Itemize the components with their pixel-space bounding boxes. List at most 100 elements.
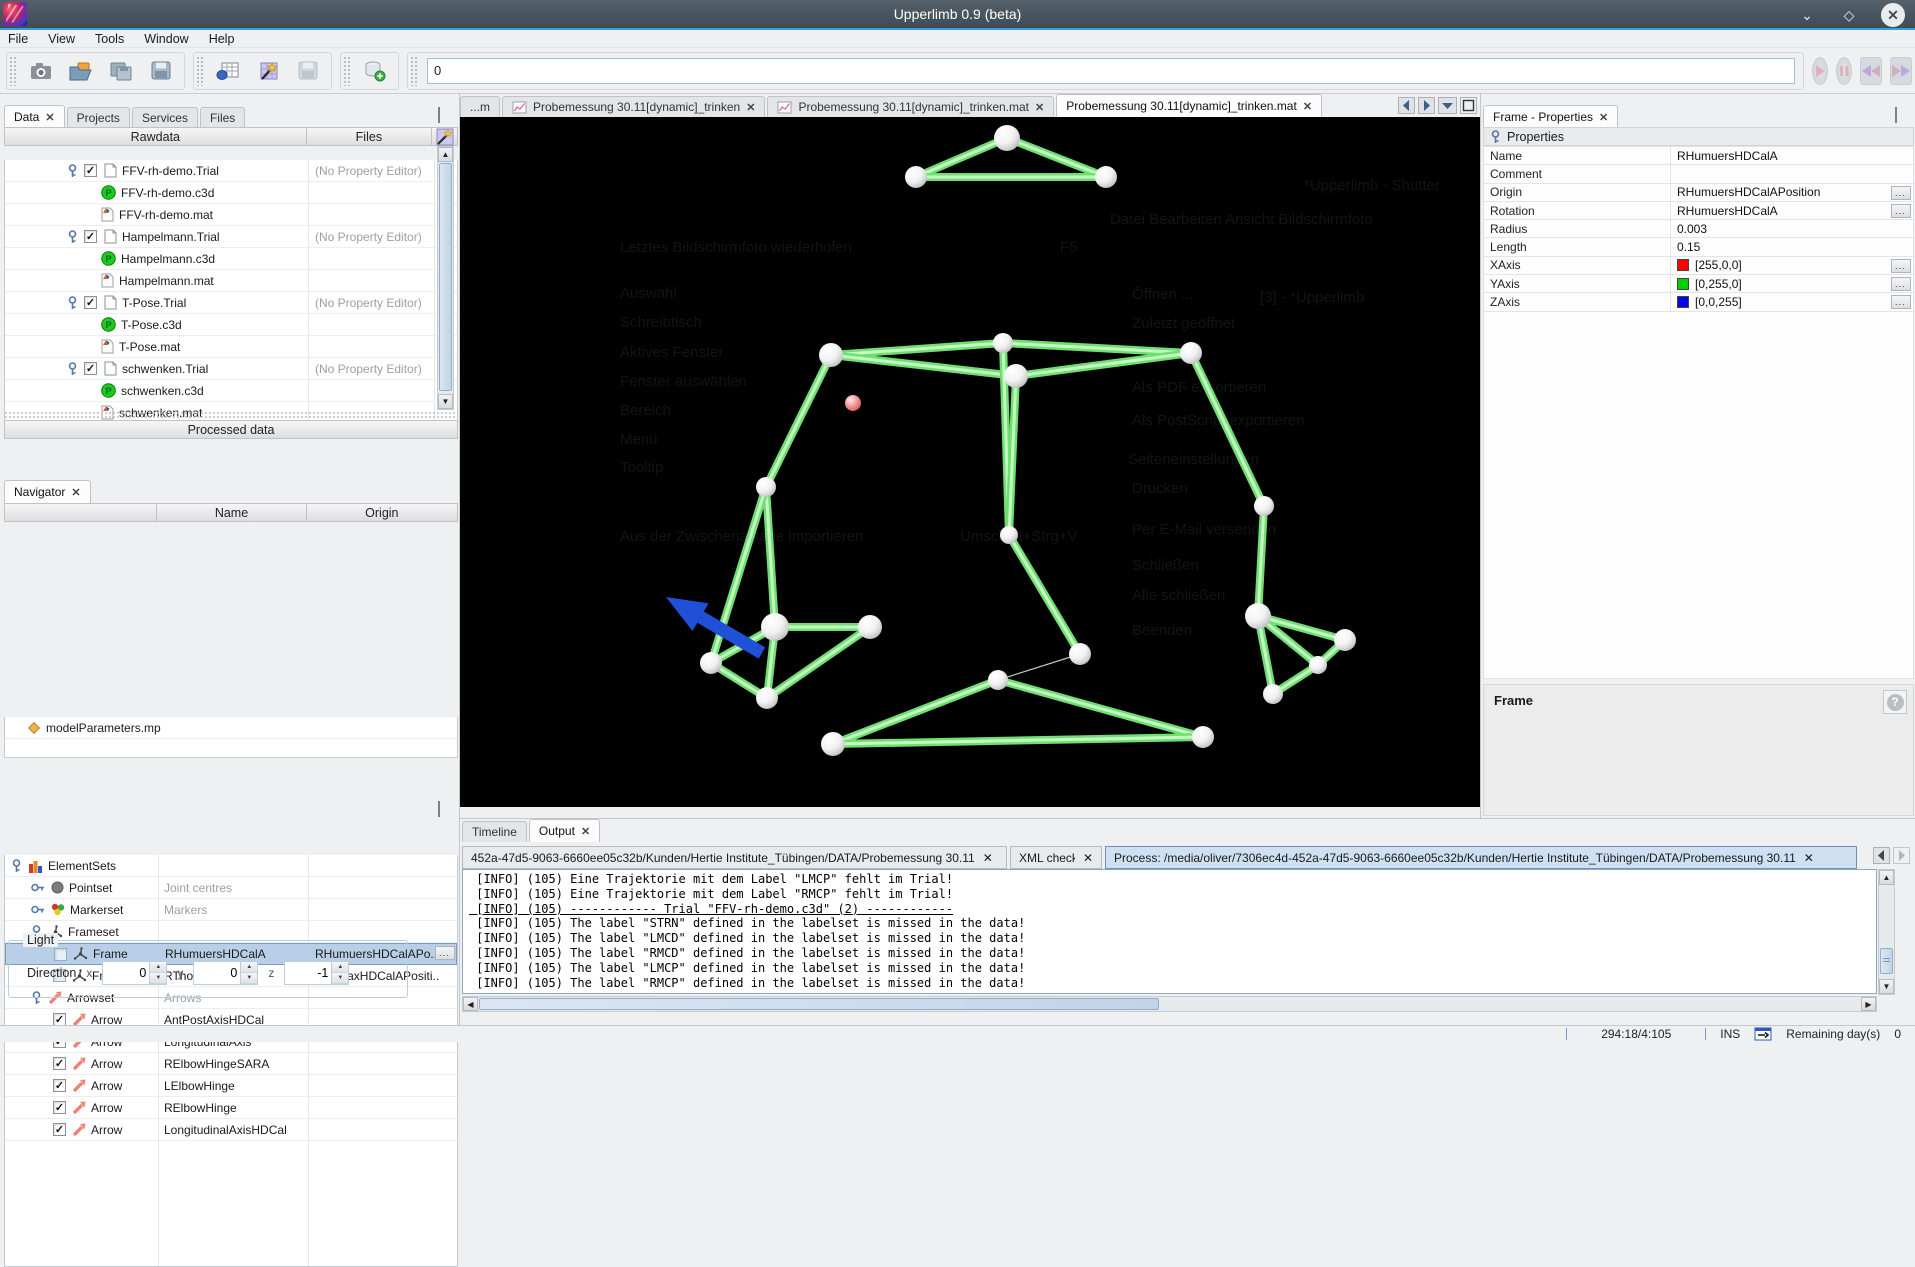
property-row[interactable]: OriginRHumuersHDCalAPosition...	[1484, 184, 1913, 202]
process-tab[interactable]: Process: /media/oliver/7306ec4d-452a-47d…	[1105, 846, 1857, 869]
fast-forward-button[interactable]	[1890, 57, 1912, 85]
minimize-window-icon[interactable]: ⌄	[1797, 5, 1817, 25]
tab-navigator[interactable]: Navigator ✕	[4, 480, 91, 503]
key-expander-icon[interactable]	[67, 296, 78, 310]
light-y-input[interactable]	[194, 966, 240, 980]
save-icon[interactable]	[146, 56, 176, 86]
key-expander-icon[interactable]	[31, 904, 45, 915]
maximize-window-icon[interactable]: ◇	[1839, 5, 1859, 25]
tab-output[interactable]: Output✕	[529, 819, 600, 842]
close-window-icon[interactable]: ✕	[1881, 3, 1905, 27]
tab--m[interactable]: ...m	[460, 96, 500, 117]
tree-row[interactable]: Hampelmann.mat	[5, 270, 457, 292]
navigator-row[interactable]: ✓ArrowLongitudinalAxisHDCal	[5, 1119, 457, 1141]
tab-list-dropdown-icon[interactable]	[1438, 97, 1457, 114]
rawdata-scrollbar[interactable]: ▲ ▼	[437, 146, 454, 410]
navigator-row[interactable]: ElementSets	[5, 855, 457, 877]
property-row[interactable]: Comment	[1484, 165, 1913, 183]
key-expander-icon[interactable]	[67, 230, 78, 244]
navigator-row[interactable]: ✓ArrowRElbowHingeSARA	[5, 1053, 457, 1075]
key-expander-icon[interactable]	[67, 362, 78, 376]
key-expander-icon[interactable]	[1490, 130, 1501, 144]
navigator-row[interactable]: ✓ArrowLElbowHinge	[5, 1075, 457, 1097]
light-x-input[interactable]	[103, 966, 149, 980]
tree-row[interactable]: ✓Hampelmann.Trial(No Property Editor)	[5, 226, 457, 248]
log-vertical-scrollbar[interactable]: ▲ ▼	[1878, 869, 1895, 995]
wizard-header-icon[interactable]	[432, 128, 457, 145]
frame-number-input[interactable]	[427, 58, 1795, 84]
scroll-down-icon[interactable]: ▼	[1879, 979, 1894, 994]
minimize-panel-icon[interactable]	[438, 801, 440, 817]
menu-file[interactable]: File	[8, 32, 28, 46]
property-edit-button[interactable]: ...	[1891, 277, 1911, 291]
marker-sphere-CC[interactable]	[1004, 364, 1028, 388]
property-edit-button[interactable]: ...	[1891, 295, 1911, 309]
play-button[interactable]	[1812, 57, 1828, 85]
marker-sphere-LA[interactable]	[761, 613, 789, 641]
close-tab-icon[interactable]: ✕	[45, 111, 54, 124]
red-marker-sphere[interactable]	[845, 395, 861, 411]
checkbox[interactable]: ✓	[84, 362, 97, 375]
open-folder-icon[interactable]	[66, 56, 96, 86]
checkbox[interactable]: ✓	[84, 164, 97, 177]
menu-tools[interactable]: Tools	[95, 32, 124, 46]
key-expander-icon[interactable]	[11, 859, 22, 873]
marker-sphere-RE[interactable]	[1254, 496, 1274, 516]
marker-sphere-LC[interactable]	[700, 652, 722, 674]
marker-sphere-T3[interactable]	[1095, 166, 1117, 188]
marker-sphere-R[interactable]	[1192, 726, 1214, 748]
navigator-row[interactable]: ✓ArrowRElbowHinge	[5, 1097, 457, 1119]
property-edit-button[interactable]: ...	[1891, 204, 1911, 218]
tree-row[interactable]: PT-Pose.c3d	[5, 314, 457, 336]
toolbar-drag-handle[interactable]	[343, 56, 350, 86]
splitter-handle[interactable]	[4, 411, 458, 419]
toolbar-drag-handle[interactable]	[410, 56, 417, 86]
tab-services[interactable]: Services	[132, 107, 198, 128]
scroll-up-icon[interactable]: ▲	[1879, 870, 1894, 885]
close-tab-icon[interactable]: ✕	[746, 101, 755, 114]
wizard-icon[interactable]	[253, 56, 283, 86]
property-row[interactable]: Radius0.003	[1484, 220, 1913, 238]
minimize-panel-icon[interactable]	[1895, 107, 1897, 123]
marker-sphere-RA[interactable]	[1245, 603, 1271, 629]
marker-sphere-RG[interactable]	[1309, 656, 1327, 674]
tab-data[interactable]: Data✕	[4, 105, 65, 128]
property-row[interactable]: RotationRHumuersHDCalA...	[1484, 202, 1913, 220]
close-tab-icon[interactable]: ✕	[71, 486, 80, 499]
help-button[interactable]: ?	[1883, 690, 1907, 714]
marker-sphere-RF[interactable]	[1334, 629, 1356, 651]
property-row[interactable]: NameRHumuersHDCalA	[1484, 147, 1913, 165]
spin-up-icon[interactable]: ▲	[241, 962, 257, 973]
checkbox[interactable]: ✓	[84, 230, 97, 243]
tab-scroll-right-icon[interactable]	[1418, 97, 1435, 114]
spin-up-icon[interactable]: ▲	[332, 962, 348, 973]
toolbar-drag-handle[interactable]	[9, 56, 16, 86]
close-tab-icon[interactable]: ✕	[1804, 851, 1814, 865]
checkbox[interactable]: ✓	[84, 296, 97, 309]
property-row[interactable]: XAxis[255,0,0]...	[1484, 257, 1913, 275]
process-tab[interactable]: 452a-47d5-9063-6660ee05c32b/Kunden/Herti…	[462, 846, 1007, 869]
property-row[interactable]: Length0.15	[1484, 238, 1913, 256]
processed-item[interactable]: modelParameters.mp	[5, 717, 457, 739]
marker-sphere-T1[interactable]	[994, 125, 1020, 151]
marker-sphere-T2[interactable]	[905, 166, 927, 188]
marker-sphere-LB[interactable]	[858, 615, 882, 639]
table-export-icon[interactable]	[213, 56, 243, 86]
close-tab-icon[interactable]: ✕	[581, 825, 590, 838]
checkbox[interactable]: ✓	[53, 1101, 66, 1114]
menu-window[interactable]: Window	[144, 32, 188, 46]
scroll-left-icon[interactable]: ◀	[463, 997, 478, 1011]
navigator-column-header[interactable]	[5, 504, 157, 521]
property-edit-button[interactable]: ...	[1891, 186, 1911, 200]
database-add-icon[interactable]	[360, 56, 390, 86]
process-tab-scroll-right-icon[interactable]	[1893, 847, 1910, 864]
tree-row[interactable]: FFV-rh-demo.mat	[5, 204, 457, 226]
maximize-view-icon[interactable]	[1460, 97, 1477, 114]
tree-row[interactable]: ✓T-Pose.Trial(No Property Editor)	[5, 292, 457, 314]
navigator-row[interactable]: MarkersetMarkers	[5, 899, 457, 921]
close-tab-icon[interactable]: ✕	[1035, 101, 1044, 114]
marker-sphere-RS[interactable]	[1180, 342, 1202, 364]
tree-row[interactable]: T-Pose.mat	[5, 336, 457, 358]
origin-column-header[interactable]: Origin	[307, 504, 457, 521]
rawdata-column-header[interactable]: Rawdata	[5, 128, 307, 145]
